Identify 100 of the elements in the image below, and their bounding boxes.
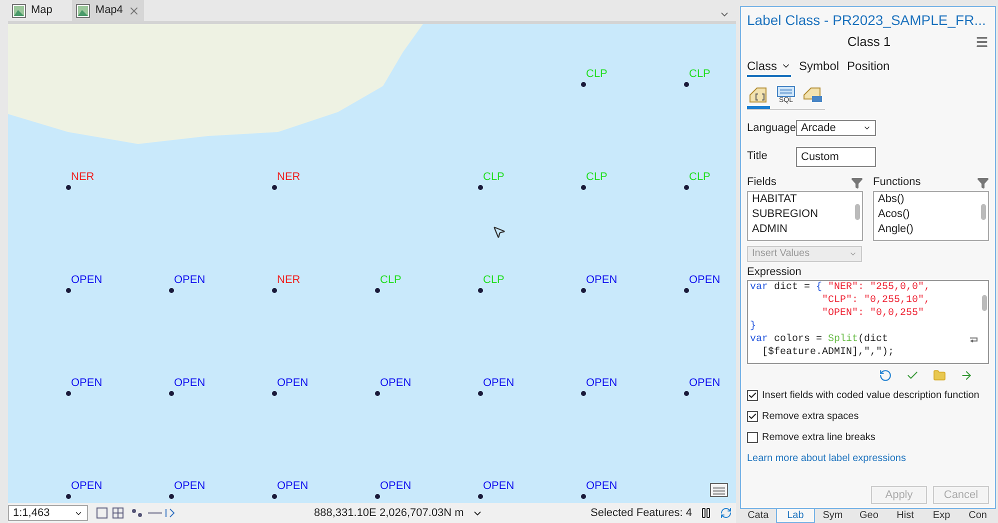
scale-dropdown[interactable]: 1:1,463 (8, 505, 88, 521)
close-icon[interactable] (128, 4, 140, 16)
list-box[interactable]: Abs() Acos() Angle() (873, 190, 989, 240)
point-marker (684, 288, 689, 293)
pane-tab[interactable]: Geo (850, 509, 888, 523)
point-label: NER (71, 172, 94, 183)
list-item[interactable]: Acos() (878, 206, 979, 222)
point-label: OPEN (483, 378, 514, 389)
title-label: Title (747, 149, 768, 164)
point-label: OPEN (689, 275, 720, 286)
undo-icon[interactable] (879, 369, 892, 382)
help-link[interactable]: Learn more about label expressions (747, 451, 989, 466)
code-line: var dict = { "NER": "255,0,0", (750, 281, 932, 294)
list-item[interactable]: HABITAT (752, 192, 853, 206)
point-marker (272, 185, 277, 190)
point-label: OPEN (586, 378, 618, 389)
pane-tab[interactable]: Cata (740, 509, 776, 523)
point-label: OPEN (689, 378, 720, 389)
option-label: Insert fields with coded value description function (762, 389, 980, 403)
point-label: NER (277, 172, 300, 183)
point-label: CLP (586, 172, 608, 183)
point-marker (581, 82, 586, 87)
tag-table-icon (802, 84, 824, 104)
pause-icon[interactable] (700, 507, 712, 519)
point-label: OPEN (174, 378, 206, 389)
point-marker (272, 494, 277, 499)
panel-tab[interactable]: Class (747, 57, 792, 77)
point-label: CLP (380, 275, 402, 286)
language-dropdown[interactable]: Arcade (796, 120, 876, 136)
checkbox[interactable] (747, 390, 758, 401)
class-name: Class 1 (846, 33, 892, 52)
point-label: OPEN (174, 275, 206, 286)
point-marker (66, 288, 71, 293)
point-marker (169, 288, 174, 293)
checkbox[interactable] (747, 411, 758, 422)
arrow-right-icon[interactable] (960, 369, 973, 382)
point-label: OPEN (174, 481, 206, 492)
point-marker (684, 82, 689, 87)
code-line: "CLP": "0,255,10", (821, 294, 932, 307)
point-marker (581, 391, 586, 396)
list-box[interactable]: HABITAT SUBREGION ADMIN (747, 190, 863, 240)
panel-tab[interactable]: Position (847, 57, 890, 77)
point-marker (66, 494, 71, 499)
pane-tab[interactable]: Hist (887, 509, 924, 523)
pane-tab[interactable]: Lab (776, 509, 815, 523)
code-line: } (750, 320, 758, 333)
point-label: CLP (483, 275, 504, 286)
refresh-icon[interactable] (720, 507, 732, 519)
point-label: OPEN (483, 481, 514, 492)
language-label: Language (747, 121, 793, 136)
list-item[interactable]: Angle() (878, 222, 979, 236)
pane-tab[interactable]: Exp (923, 509, 960, 523)
document-tab[interactable]: Map4 (72, 0, 144, 21)
point-label: OPEN (586, 275, 618, 286)
point-label: CLP (586, 69, 608, 80)
checkbox[interactable] (747, 432, 758, 443)
grid-tools-icon[interactable] (96, 507, 176, 519)
map-canvas[interactable]: CLP CLP NER NER CLP CLP CLP OPEN OPEN NER CLP CLP OPEN OPEN OPEN OPEN OPEN OPEN OPEN OPEN OPEN OPEN OPEN OPEN OPEN OPEN OPEN (8, 24, 736, 503)
point-marker (169, 494, 174, 499)
map-icon (12, 4, 26, 18)
map-icon (76, 4, 90, 18)
point-marker (478, 185, 483, 190)
list-item[interactable]: SUBREGION (752, 206, 853, 222)
point-marker (375, 391, 380, 396)
coordinates-text: 888,331.10E 2,026,707.03N m (314, 506, 464, 521)
point-marker (684, 391, 689, 396)
pane-tab[interactable]: Sym (814, 509, 851, 523)
point-marker (478, 288, 483, 293)
point-marker (581, 288, 586, 293)
point-marker (66, 391, 71, 396)
line-wrap-icon (970, 336, 978, 342)
title-input[interactable]: Custom (796, 146, 876, 166)
point-label: CLP (689, 69, 710, 80)
filter-icon[interactable] (977, 176, 989, 188)
window-icon (776, 86, 795, 96)
table-icon[interactable] (710, 483, 728, 497)
point-marker (169, 391, 174, 396)
point-marker (581, 494, 586, 499)
menu-icon[interactable] (975, 35, 989, 49)
expression-label: Expression (747, 264, 802, 280)
document-tab[interactable]: Map (8, 0, 56, 21)
filter-icon[interactable] (851, 176, 863, 188)
pane-tab[interactable]: Con (960, 509, 996, 523)
point-label: CLP (689, 172, 710, 183)
expression-editor[interactable]: var dict = { "NER": "255,0,0", "CLP": "0,255,10", "OPEN": "0,0,255" } var colors = Split(dict [$feature.ADMIN],","); (747, 280, 989, 364)
list-item[interactable]: Abs() (878, 192, 979, 206)
point-label: OPEN (380, 481, 412, 492)
point-label: OPEN (277, 481, 308, 492)
option-label: Remove extra line breaks (762, 431, 876, 445)
point-marker (478, 391, 483, 396)
panel-title: Label Class - PR2023_SAMPLE_FR... (747, 10, 986, 30)
point-marker (66, 185, 71, 190)
list-item[interactable]: ADMIN (752, 222, 853, 236)
point-marker (272, 288, 277, 293)
point-label: OPEN (380, 378, 412, 389)
code-line: var colors = Split(dict (750, 333, 890, 346)
code-line: "OPEN": "0,0,255" (821, 307, 926, 320)
point-label: OPEN (71, 378, 102, 389)
point-marker (478, 494, 483, 499)
panel-tab[interactable]: Symbol (799, 57, 840, 77)
